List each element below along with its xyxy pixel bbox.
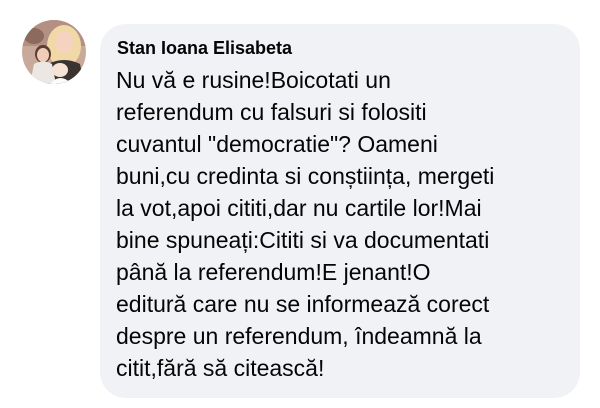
comment-text-line: la vot,apoi cititi,dar nu cartile lor!Ma… <box>116 195 482 221</box>
avatar[interactable] <box>22 20 86 84</box>
comment-text-line: Nu vă e rusine!Boicotati un <box>116 67 391 93</box>
comment-text-line: buni,cu credinta si conștiința, mergeti <box>116 163 495 189</box>
comment-text-line: editură care nu se informează corect <box>116 291 490 317</box>
comment-bubble: Stan Ioana Elisabeta Nu vă e rusine!Boic… <box>100 24 580 398</box>
comment-author-name[interactable]: Stan Ioana Elisabeta <box>117 36 564 60</box>
comment-text: Nu vă e rusine!Boicotati un referendum c… <box>116 64 564 384</box>
comment-text-line: despre un referendum, îndeamnă la <box>116 323 482 349</box>
comment-text-line: cuvantul "democratie"? Oameni <box>116 131 438 157</box>
comment-text-line: până la referendum!E jenant!O <box>116 259 431 285</box>
comment: Stan Ioana Elisabeta Nu vă e rusine!Boic… <box>0 0 600 408</box>
comment-text-line: bine spuneați:Cititi si va documentati <box>116 227 490 253</box>
comment-text-line: citit,fără să citească! <box>116 355 325 381</box>
comment-text-line: referendum cu falsuri si folositi <box>116 99 427 125</box>
profile-photo <box>22 20 86 84</box>
